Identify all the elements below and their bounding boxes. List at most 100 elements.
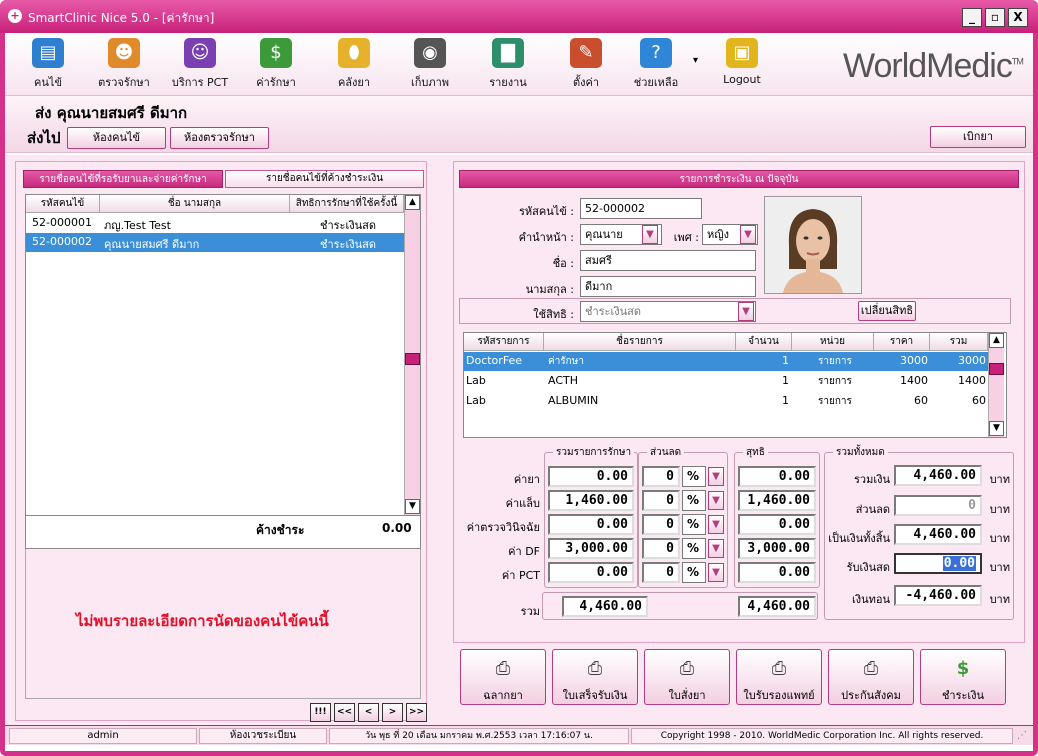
scroll-down-icon[interactable]: ▼	[405, 499, 420, 514]
col-patient-name[interactable]: ชื่อ นามสกุล	[100, 195, 290, 213]
resize-grip-icon[interactable]: ⋰	[1017, 730, 1027, 741]
col-price[interactable]: ราคา	[874, 333, 930, 351]
toolbar-report-button[interactable]: ▇ รายงาน	[475, 35, 541, 93]
col-item-code[interactable]: รหัสรายการ	[464, 333, 544, 351]
pct-net-field[interactable]: 0.00	[738, 562, 816, 583]
drug-net-field[interactable]: 0.00	[738, 466, 816, 487]
chevron-down-icon[interactable]: ▼	[740, 225, 756, 244]
vertical-scrollbar[interactable]: ▲ ▼	[404, 195, 420, 515]
diagnosis-sum-field[interactable]: 0.00	[548, 514, 634, 535]
diagnosis-discount-field[interactable]: 0	[642, 514, 680, 535]
firstname-field[interactable]: สมศรี	[580, 250, 756, 271]
net-total-field[interactable]: 4,460.00	[738, 596, 816, 617]
patient-id-label: รหัสคนไข้ :	[518, 205, 574, 218]
grand-total-field[interactable]: 4,460.00	[894, 524, 982, 545]
col-unit[interactable]: หน่วย	[792, 333, 874, 351]
print-receipt-button[interactable]: ⎙ ใบเสร็จรับเงิน	[552, 649, 638, 705]
no-appointment-message: ไม่พบรายละเอียดการนัดของคนไข้คนนี้	[76, 612, 329, 630]
col-treatment-rights[interactable]: สิทธิการรักษาที่ใช้ครั้งนี้	[290, 195, 404, 213]
chevron-down-icon[interactable]: ▼	[642, 225, 658, 244]
pay-button[interactable]: $ ชำระเงิน	[920, 649, 1006, 705]
toolbar-pharmacy-button[interactable]: ⬮ คลังยา	[321, 35, 387, 93]
send-treatment-room-button[interactable]: ห้องตรวจรักษา	[170, 127, 269, 149]
diagnosis-net-field[interactable]: 0.00	[738, 514, 816, 535]
help-dropdown-arrow-icon[interactable]: ▾	[693, 55, 698, 66]
pct-sum-field[interactable]: 0.00	[548, 562, 634, 583]
patient-id-field[interactable]: 52-000002	[580, 198, 702, 219]
print-drug-label-button[interactable]: ⎙ ฉลากยา	[460, 649, 546, 705]
lab-discount-unit[interactable]: %	[682, 490, 706, 511]
nav-first-page-button[interactable]: !!!	[310, 703, 331, 722]
toolbar-patient-button[interactable]: ▤ คนไข้	[15, 35, 81, 93]
print-medical-certificate-button[interactable]: ⎙ ใบรับรองแพทย์	[736, 649, 822, 705]
col-total[interactable]: รวม	[930, 333, 988, 351]
df-discount-unit[interactable]: %	[682, 538, 706, 559]
chevron-down-icon[interactable]: ▼	[708, 491, 724, 510]
toolbar-photo-button[interactable]: ◉ เก็บภาพ	[397, 35, 463, 93]
status-bar: admin ห้องเวชระเบียน วัน พุธ ที่ 20 เดือ…	[5, 725, 1033, 745]
table-row-selected[interactable]: 52-000002 คุณนายสมศรี ดีมาก ชำระเงินสด	[26, 233, 404, 252]
minimize-button[interactable]: _	[962, 8, 982, 27]
close-button[interactable]: X	[1008, 8, 1028, 27]
toolbar-help-button[interactable]: ? ช่วยเหลือ	[623, 35, 689, 93]
total-amount-field[interactable]: 4,460.00	[894, 465, 982, 486]
scroll-up-icon[interactable]: ▲	[989, 333, 1004, 348]
lab-discount-field[interactable]: 0	[642, 490, 680, 511]
nav-prev-button[interactable]: <	[358, 703, 379, 722]
df-net-field[interactable]: 3,000.00	[738, 538, 816, 559]
pct-discount-field[interactable]: 0	[642, 562, 680, 583]
col-item-name[interactable]: ชื่อรายการ	[544, 333, 736, 351]
print-prescription-button[interactable]: ⎙ ใบสั่งยา	[644, 649, 730, 705]
nav-first-button[interactable]: <<	[334, 703, 355, 722]
item-row-selected[interactable]: DoctorFee ค่ารักษา 1 รายการ 3000 3000	[464, 352, 988, 371]
col-quantity[interactable]: จำนวน	[736, 333, 792, 351]
sum-total-field[interactable]: 4,460.00	[562, 596, 648, 617]
action-bar: ⎙ ฉลากยา ⎙ ใบเสร็จรับเงิน ⎙ ใบสั่งยา ⎙ ใบรับ…	[460, 649, 1020, 707]
chevron-down-icon[interactable]: ▼	[708, 563, 724, 582]
lab-net-field[interactable]: 1,460.00	[738, 490, 816, 511]
dispense-button[interactable]: เบิกยา	[930, 126, 1026, 148]
toolbar-examination-button[interactable]: ☻ ตรวจรักษา	[91, 35, 157, 93]
df-sum-field[interactable]: 3,000.00	[548, 538, 634, 559]
drug-discount-field[interactable]: 0	[642, 466, 680, 487]
discount-total-field[interactable]: 0	[894, 495, 982, 516]
chevron-down-icon[interactable]: ▼	[708, 539, 724, 558]
table-row[interactable]: 52-000001 ภญ.Test Test ชำระเงินสด	[26, 214, 404, 233]
lastname-field[interactable]: ดีมาก	[580, 276, 756, 297]
tab-outstanding-patients[interactable]: รายชื่อคนไข้ที่ค้างชำระเงิน	[225, 170, 424, 188]
lab-sum-field[interactable]: 1,460.00	[548, 490, 634, 511]
firstname-label: ชื่อ :	[552, 257, 574, 270]
change-rights-button[interactable]: เปลี่ยนสิทธิ	[858, 301, 916, 321]
toolbar-logout-button[interactable]: ▣ Logout	[709, 35, 775, 93]
chevron-down-icon[interactable]: ▼	[708, 515, 724, 534]
chevron-down-icon[interactable]: ▼	[738, 302, 754, 321]
item-row[interactable]: Lab ACTH 1 รายการ 1400 1400	[464, 372, 988, 391]
cash-received-input[interactable]: 0.00	[894, 553, 982, 574]
scroll-down-icon[interactable]: ▼	[989, 421, 1004, 436]
maximize-button[interactable]: ▫	[985, 8, 1005, 27]
toolbar-settings-button[interactable]: ✎ ตั้งค่า	[553, 35, 619, 93]
send-patient-room-button[interactable]: ห้องคนไข้	[67, 127, 166, 149]
diagnosis-discount-unit[interactable]: %	[682, 514, 706, 535]
toolbar-billing-button[interactable]: $ ค่ารักษา	[243, 35, 309, 93]
scroll-thumb[interactable]	[989, 363, 1004, 375]
toolbar-pct-service-button[interactable]: ☺ บริการ PCT	[167, 35, 233, 93]
drug-sum-field[interactable]: 0.00	[548, 466, 634, 487]
df-discount-field[interactable]: 0	[642, 538, 680, 559]
print-social-security-button[interactable]: ⎙ ประกันสังคม	[828, 649, 914, 705]
drug-discount-unit[interactable]: %	[682, 466, 706, 487]
nav-last-button[interactable]: >>	[406, 703, 427, 722]
change-field[interactable]: -4,460.00	[894, 585, 982, 606]
tab-waiting-patients[interactable]: รายชื่อคนไข้ที่รอรับยาและจ่ายค่ารักษา	[23, 170, 223, 188]
nav-next-button[interactable]: >	[382, 703, 403, 722]
items-scrollbar[interactable]: ▲ ▼	[988, 333, 1004, 437]
rights-select[interactable]: ชำระเงินสด	[580, 301, 756, 322]
scroll-up-icon[interactable]: ▲	[405, 195, 420, 210]
scroll-thumb[interactable]	[405, 353, 420, 365]
help-icon: ?	[640, 38, 672, 68]
col-patient-id[interactable]: รหัสคนไข้	[26, 195, 100, 213]
pct-discount-unit[interactable]: %	[682, 562, 706, 583]
prefix-label: คำนำหน้า :	[518, 231, 574, 244]
item-row[interactable]: Lab ALBUMIN 1 รายการ 60 60	[464, 392, 988, 411]
chevron-down-icon[interactable]: ▼	[708, 467, 724, 486]
